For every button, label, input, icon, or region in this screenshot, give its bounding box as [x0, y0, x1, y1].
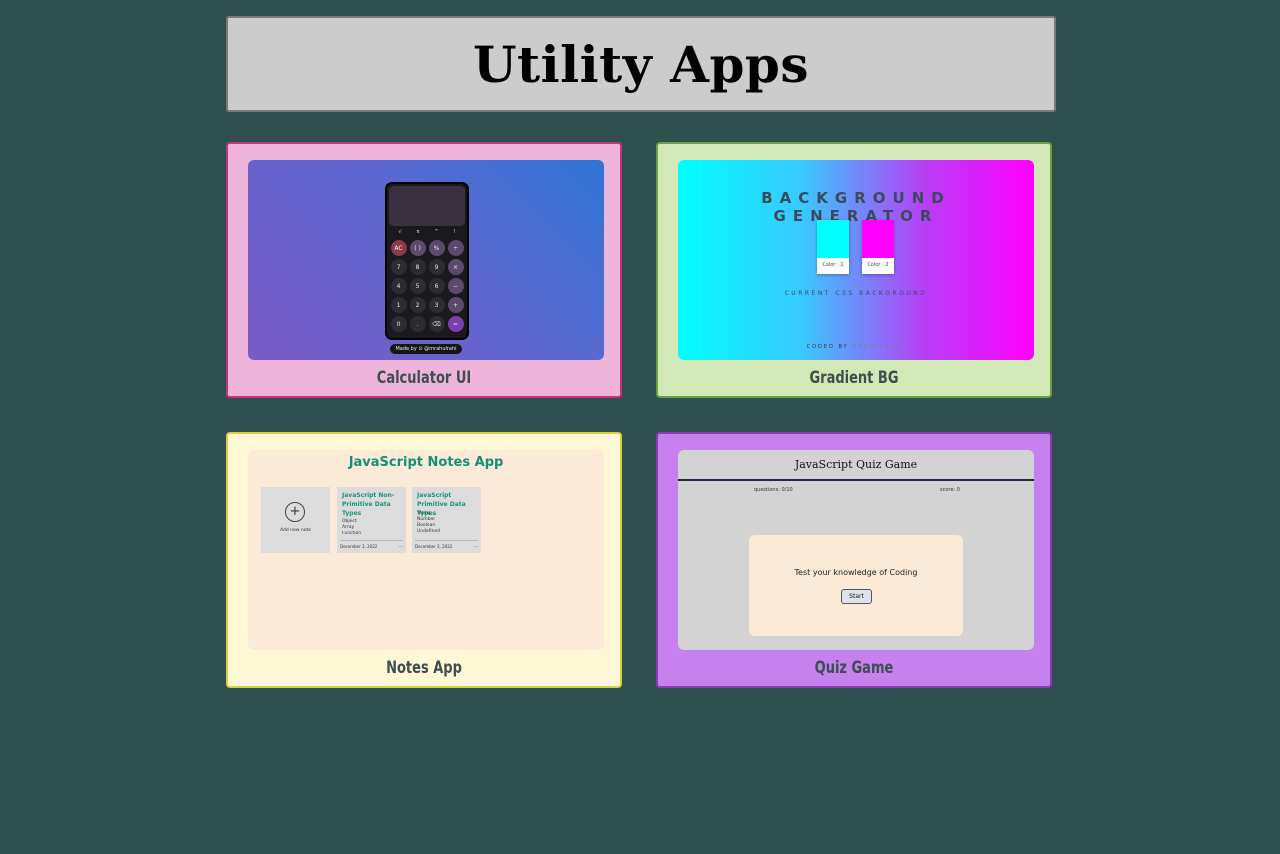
note-body: Object Array Function: [342, 519, 361, 534]
calc-key: ⌫: [428, 316, 445, 332]
calc-key: 4: [390, 278, 407, 294]
calculator-phone: √ π ^ ! AC ( ) % ÷ 7 8 9 × 4 5 6 − 1 2 3…: [385, 182, 469, 340]
calc-key: 8: [409, 259, 426, 275]
quiz-start-panel: Test your knowledge of Coding Start: [749, 535, 963, 636]
note-menu-icon: ···: [399, 544, 403, 549]
color-swatch-1: Color : 1: [817, 220, 849, 274]
quiz-preview[interactable]: JavaScript Quiz Game questions: 0/10 sco…: [678, 450, 1034, 650]
quiz-title: JavaScript Quiz Game: [678, 450, 1034, 481]
color-1-fill: [817, 220, 849, 258]
gradient-preview[interactable]: BACKGROUND GENERATOR Color : 1 Color : 2…: [678, 160, 1034, 360]
color-2-label: Color : 2: [867, 262, 889, 268]
calc-key: .: [409, 316, 426, 332]
calc-key: ×: [447, 259, 464, 275]
calc-key: 7: [390, 259, 407, 275]
card-title[interactable]: Notes App: [257, 658, 590, 678]
color-1-label: Color : 1: [822, 262, 844, 268]
calc-key: 2: [409, 297, 426, 313]
calc-key: %: [428, 240, 445, 256]
calc-key: ÷: [447, 240, 464, 256]
calc-key: −: [447, 278, 464, 294]
add-note-card: + Add new note: [261, 487, 330, 553]
quiz-prompt: Test your knowledge of Coding: [794, 568, 918, 577]
pi-key: π: [416, 229, 420, 235]
calc-key: ( ): [409, 240, 426, 256]
note-date: December 3, 2022: [340, 544, 378, 549]
card-title[interactable]: Calculator UI: [257, 368, 590, 388]
app-card-quiz[interactable]: JavaScript Quiz Game questions: 0/10 sco…: [656, 432, 1052, 688]
calculator-keypad: AC ( ) % ÷ 7 8 9 × 4 5 6 − 1 2 3 + 0 . ⌫…: [389, 240, 465, 332]
app-card-calculator[interactable]: √ π ^ ! AC ( ) % ÷ 7 8 9 × 4 5 6 − 1 2 3…: [226, 142, 622, 398]
card-title[interactable]: Quiz Game: [687, 658, 1020, 678]
page-header: Utility Apps: [226, 16, 1056, 112]
app-card-notes[interactable]: JavaScript Notes App + Add new note Java…: [226, 432, 622, 688]
note-card: JavaScript Non-Primitive Data Types Obje…: [337, 487, 406, 553]
quiz-score: score: 0: [940, 487, 960, 493]
note-date: December 3, 2022: [415, 544, 453, 549]
calculator-screen: [389, 186, 465, 226]
note-footer: December 3, 2022 ···: [340, 540, 403, 549]
quiz-start-button: Start: [841, 589, 872, 604]
notes-preview[interactable]: JavaScript Notes App + Add new note Java…: [248, 450, 604, 650]
note-footer: December 3, 2022 ···: [415, 540, 478, 549]
calc-key: +: [447, 297, 464, 313]
current-css-label: CURRENT CSS BACKGROUND: [784, 290, 928, 297]
coded-by: CODED BY MRAHULRAHI: [678, 344, 1034, 350]
calc-key: 6: [428, 278, 445, 294]
color-2-fill: [862, 220, 894, 258]
gradient-title: BACKGROUND GENERATOR: [761, 189, 951, 225]
calc-key: 9: [428, 259, 445, 275]
app-card-gradient-bg[interactable]: BACKGROUND GENERATOR Color : 1 Color : 2…: [656, 142, 1052, 398]
sqrt-key: √: [398, 229, 402, 235]
add-note-label: Add new note: [279, 528, 311, 533]
note-body: String Number Boolean Undefined: [417, 511, 440, 535]
calculator-preview[interactable]: √ π ^ ! AC ( ) % ÷ 7 8 9 × 4 5 6 − 1 2 3…: [248, 160, 604, 360]
made-by-badge: Made by ⊙ @mrahulrahi: [390, 344, 462, 354]
calc-key: =: [447, 316, 464, 332]
page-title: Utility Apps: [472, 34, 810, 94]
notes-app-title: JavaScript Notes App: [348, 455, 504, 470]
note-title: JavaScript Non-Primitive Data Types: [342, 492, 395, 517]
card-title[interactable]: Gradient BG: [687, 368, 1020, 388]
factorial-key: !: [453, 229, 456, 235]
coded-by-author: MRAHULRAHI: [852, 344, 906, 350]
color-swatch-2: Color : 2: [862, 220, 894, 274]
calc-key: AC: [390, 240, 407, 256]
note-item: Undefined: [417, 529, 441, 534]
calc-key: 0: [390, 316, 407, 332]
coded-by-label: CODED BY: [806, 344, 849, 350]
note-card: JavaScript Primitive Data Types String N…: [412, 487, 481, 553]
note-item: Function: [342, 531, 362, 534]
quiz-questions-counter: questions: 0/10: [754, 487, 793, 493]
power-key: ^: [434, 229, 439, 235]
calc-key: 1: [390, 297, 407, 313]
plus-icon: +: [285, 502, 305, 522]
calculator-function-row: √ π ^ !: [391, 229, 463, 235]
note-menu-icon: ···: [474, 544, 478, 549]
calc-key: 5: [409, 278, 426, 294]
calc-key: 3: [428, 297, 445, 313]
